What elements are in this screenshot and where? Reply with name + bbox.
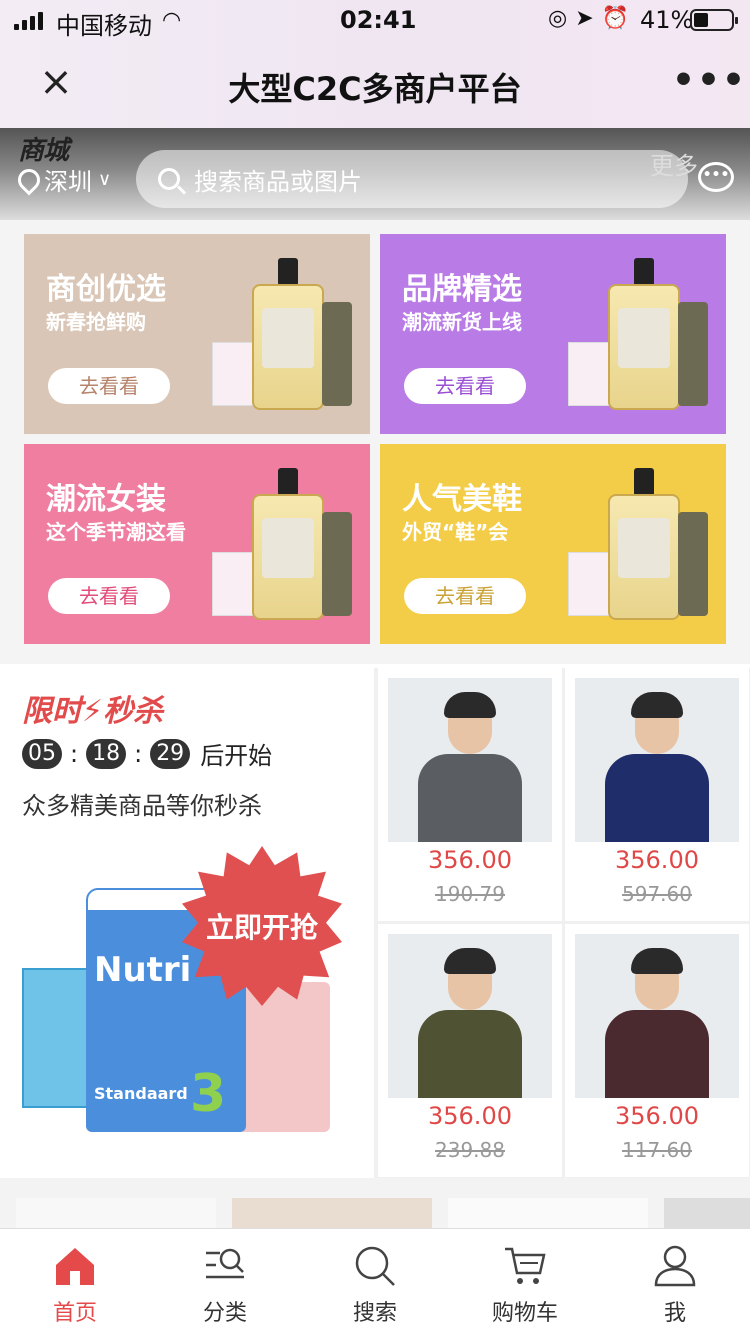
shop-header: 商城 深圳 ∨ 搜索商品或图片 更多 ••• (0, 128, 750, 220)
banner-subtitle: 新春抢鲜购 (46, 310, 146, 334)
product-price: 356.00 (615, 1102, 699, 1130)
promo-banners: 商创优选 新春抢鲜购 去看看 品牌精选 潮流新货上线 去看看 潮流女装 这个季节… (0, 220, 750, 664)
page-title: 大型C2C多商户平台 (228, 70, 522, 108)
message-icon[interactable]: ••• (698, 162, 734, 192)
banner-subtitle: 外贸“鞋”会 (402, 520, 509, 544)
banner-go-button[interactable]: 去看看 (48, 368, 170, 404)
battery-percent: 41% (640, 6, 694, 34)
product-image (212, 256, 352, 416)
next-section-preview (0, 1178, 750, 1228)
can-label: Standaard (94, 1084, 188, 1103)
countdown-hours: 05 (22, 738, 62, 769)
product-old-price: 117.60 (622, 1138, 692, 1162)
carrier-name: 中国移动 (56, 12, 152, 40)
lightning-icon: ⚡ (82, 694, 104, 729)
tab-home[interactable]: 首页 (0, 1229, 150, 1334)
banner-go-button[interactable]: 去看看 (48, 578, 170, 614)
city-name: 深圳 (44, 168, 92, 196)
banner-subtitle: 潮流新货上线 (402, 310, 522, 334)
banner-title: 商创优选 (46, 272, 166, 307)
product-price: 356.00 (428, 846, 512, 874)
tab-cart[interactable]: 购物车 (450, 1229, 600, 1334)
product-image (388, 934, 552, 1098)
search-bar[interactable]: 搜索商品或图片 (136, 150, 688, 208)
countdown-minutes: 18 (86, 738, 127, 769)
tab-label: 分类 (202, 1301, 247, 1326)
search-icon (355, 1246, 395, 1286)
banner-women[interactable]: 潮流女装 这个季节潮这看 去看看 (24, 444, 370, 644)
product-image (212, 466, 352, 626)
battery-icon (690, 9, 738, 31)
product-card[interactable]: 356.00 117.60 (565, 924, 749, 1177)
tab-label: 我 (663, 1301, 686, 1326)
location-alarm-icons: ◎➤⏰ (548, 6, 638, 31)
user-icon (654, 1245, 696, 1287)
flash-sale-title: 限时⚡秒杀 (22, 686, 163, 730)
tab-category[interactable]: 分类 (150, 1229, 300, 1334)
product-image (568, 256, 708, 416)
banner-subtitle: 这个季节潮这看 (46, 520, 186, 544)
tab-label: 购物车 (491, 1301, 558, 1326)
product-card[interactable]: 356.00 190.79 (378, 668, 562, 921)
product-old-price: 597.60 (622, 882, 692, 906)
flash-sale-title-part1: 限时 (22, 694, 82, 729)
product-price: 356.00 (615, 846, 699, 874)
home-icon (56, 1248, 94, 1285)
wechat-top-bar: 中国移动 ◠ 02:41 ◎➤⏰ 41% × 大型C2C多商户平台 ••• (0, 0, 750, 128)
banner-go-button[interactable]: 去看看 (404, 368, 526, 404)
cart-icon (505, 1247, 546, 1284)
promo-product-image: Nutri Standaard 3 立即开抢 (22, 846, 342, 1148)
tab-me[interactable]: 我 (600, 1229, 750, 1334)
flash-sale-promo[interactable]: 限时⚡秒杀 05 : 18 : 29 后开始 众多精美商品等你秒杀 Nutri … (0, 668, 374, 1178)
search-placeholder: 搜索商品或图片 (194, 167, 362, 196)
banner-title: 潮流女装 (46, 482, 166, 517)
city-selector[interactable]: 深圳 ∨ (13, 162, 112, 197)
countdown-seconds: 29 (150, 738, 191, 769)
status-bar: 中国移动 ◠ 02:41 ◎➤⏰ 41% (0, 0, 750, 40)
tab-label: 首页 (52, 1301, 97, 1326)
category-icon (206, 1248, 244, 1279)
pig-can (238, 982, 330, 1132)
product-old-price: 190.79 (435, 882, 505, 906)
product-image (568, 466, 708, 626)
product-card[interactable]: 356.00 239.88 (378, 924, 562, 1177)
signal-icon (14, 12, 43, 30)
banner-title: 人气美鞋 (402, 482, 522, 517)
product-image (388, 678, 552, 842)
banner-go-button[interactable]: 去看看 (404, 578, 526, 614)
countdown-separator: : (70, 739, 79, 768)
tab-label: 搜索 (352, 1301, 397, 1326)
product-image (575, 934, 739, 1098)
banner-shangchuang[interactable]: 商创优选 新春抢鲜购 去看看 (24, 234, 370, 434)
flash-sale-section: 限时⚡秒杀 05 : 18 : 29 后开始 众多精美商品等你秒杀 Nutri … (0, 668, 750, 1178)
chevron-down-icon: ∨ (98, 169, 112, 190)
countdown-suffix: 后开始 (200, 742, 273, 770)
can-brand: Nutri (94, 950, 192, 990)
wifi-icon: ◠ (162, 8, 182, 33)
flash-sale-subtitle: 众多精美商品等你秒杀 (22, 792, 262, 820)
navbar: × 大型C2C多商户平台 ••• (0, 40, 750, 128)
status-time: 02:41 (340, 6, 417, 34)
bottom-tab-bar: 首页 分类 搜索 购物车 我 (0, 1228, 750, 1334)
product-image (575, 678, 739, 842)
banner-shoes[interactable]: 人气美鞋 外贸“鞋”会 去看看 (380, 444, 726, 644)
can-number: 3 (190, 1064, 227, 1124)
more-options-icon[interactable]: ••• (672, 60, 747, 101)
grab-now-badge[interactable]: 立即开抢 (192, 906, 332, 946)
more-link[interactable]: 更多 (650, 146, 698, 181)
search-icon (158, 168, 180, 190)
banner-title: 品牌精选 (402, 272, 522, 307)
countdown-separator: : (134, 739, 143, 768)
banner-brand[interactable]: 品牌精选 潮流新货上线 去看看 (380, 234, 726, 434)
product-card[interactable]: 356.00 597.60 (565, 668, 749, 921)
product-price: 356.00 (428, 1102, 512, 1130)
product-old-price: 239.88 (435, 1138, 505, 1162)
location-pin-icon (13, 163, 45, 196)
flash-sale-title-part2: 秒杀 (103, 694, 164, 729)
countdown-timer: 05 : 18 : 29 后开始 (22, 736, 272, 771)
tab-search[interactable]: 搜索 (300, 1229, 450, 1334)
